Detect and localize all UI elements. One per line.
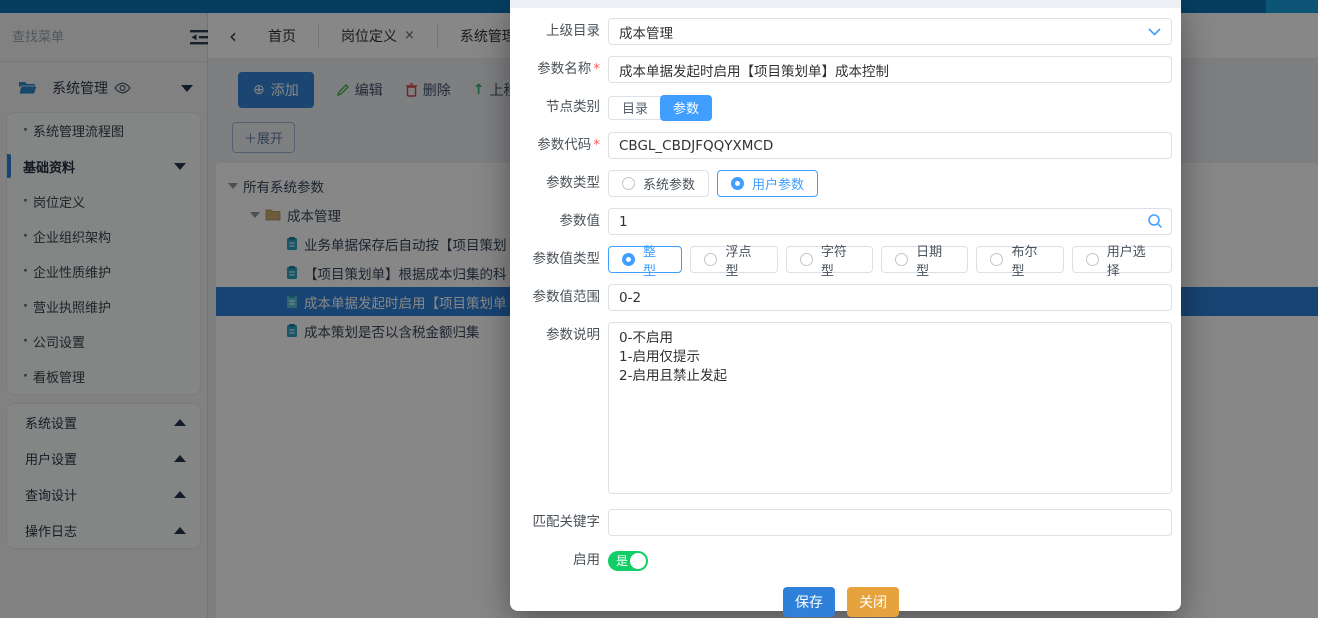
parameter-edit-dialog: 上级目录 成本管理 参数名称*	[510, 0, 1181, 611]
radio-label: 用户参数	[752, 174, 804, 193]
field-label-param-type: 参数类型	[510, 170, 600, 197]
radio-icon	[1086, 253, 1099, 266]
radio-label: 字符型	[821, 241, 859, 279]
value-range-input[interactable]	[608, 284, 1172, 311]
screen: 系统管理 系统管理流程图 基础资料	[0, 0, 1318, 618]
value-type-option-boolean[interactable]: 布尔型	[976, 246, 1063, 273]
param-code-input[interactable]	[608, 132, 1172, 159]
search-icon[interactable]	[1147, 213, 1163, 229]
toggle-knob	[630, 553, 646, 569]
parent-dir-value: 成本管理	[619, 22, 673, 42]
value-type-option-float[interactable]: 浮点型	[690, 246, 777, 273]
field-label-match-keyword: 匹配关键字	[510, 509, 600, 536]
param-type-option-user[interactable]: 用户参数	[717, 170, 818, 197]
param-type-option-system[interactable]: 系统参数	[608, 170, 709, 197]
toggle-on-label: 是	[616, 554, 628, 568]
field-label-param-name: 参数名称*	[510, 56, 600, 83]
chevron-down-icon	[1148, 28, 1161, 36]
field-label-param-value: 参数值	[510, 208, 600, 235]
close-button[interactable]: 关闭	[847, 587, 899, 617]
node-type-option-parameter[interactable]: 参数	[660, 95, 712, 121]
radio-label: 布尔型	[1011, 241, 1049, 279]
description-textarea[interactable]: 0-不启用 1-启用仅提示 2-启用且禁止发起	[608, 322, 1172, 494]
field-label-parent-dir: 上级目录	[510, 18, 600, 45]
node-type-option-directory[interactable]: 目录	[608, 96, 662, 120]
radio-label: 日期型	[916, 241, 954, 279]
enabled-toggle[interactable]: 是	[608, 551, 648, 571]
param-value-input[interactable]	[608, 208, 1172, 235]
radio-icon	[800, 253, 813, 266]
radio-label: 系统参数	[643, 174, 695, 193]
radio-icon	[990, 253, 1003, 266]
field-label-enabled: 启用	[510, 547, 600, 574]
radio-icon	[731, 177, 744, 190]
value-type-option-user-select[interactable]: 用户选择	[1072, 246, 1172, 273]
radio-icon	[704, 253, 717, 266]
field-label-param-code: 参数代码*	[510, 132, 600, 159]
radio-icon	[895, 253, 908, 266]
radio-label: 用户选择	[1107, 241, 1158, 279]
radio-icon	[622, 177, 635, 190]
radio-label: 浮点型	[725, 241, 763, 279]
field-label-value-range: 参数值范围	[510, 284, 600, 311]
radio-icon	[622, 253, 635, 266]
param-name-input[interactable]	[608, 56, 1172, 83]
required-mark: *	[593, 61, 600, 77]
radio-label: 整型	[643, 241, 668, 279]
value-type-option-date[interactable]: 日期型	[881, 246, 968, 273]
match-keyword-input[interactable]	[608, 509, 1172, 536]
parent-dir-select[interactable]: 成本管理	[608, 18, 1172, 45]
field-label-description: 参数说明	[510, 322, 600, 349]
required-mark: *	[593, 137, 600, 153]
value-type-option-integer[interactable]: 整型	[608, 246, 682, 273]
value-type-option-string[interactable]: 字符型	[786, 246, 873, 273]
save-button[interactable]: 保存	[783, 587, 835, 617]
field-label-value-type: 参数值类型	[510, 246, 600, 273]
field-label-node-type: 节点类别	[510, 94, 600, 121]
dialog-header-edge	[510, 0, 1181, 8]
